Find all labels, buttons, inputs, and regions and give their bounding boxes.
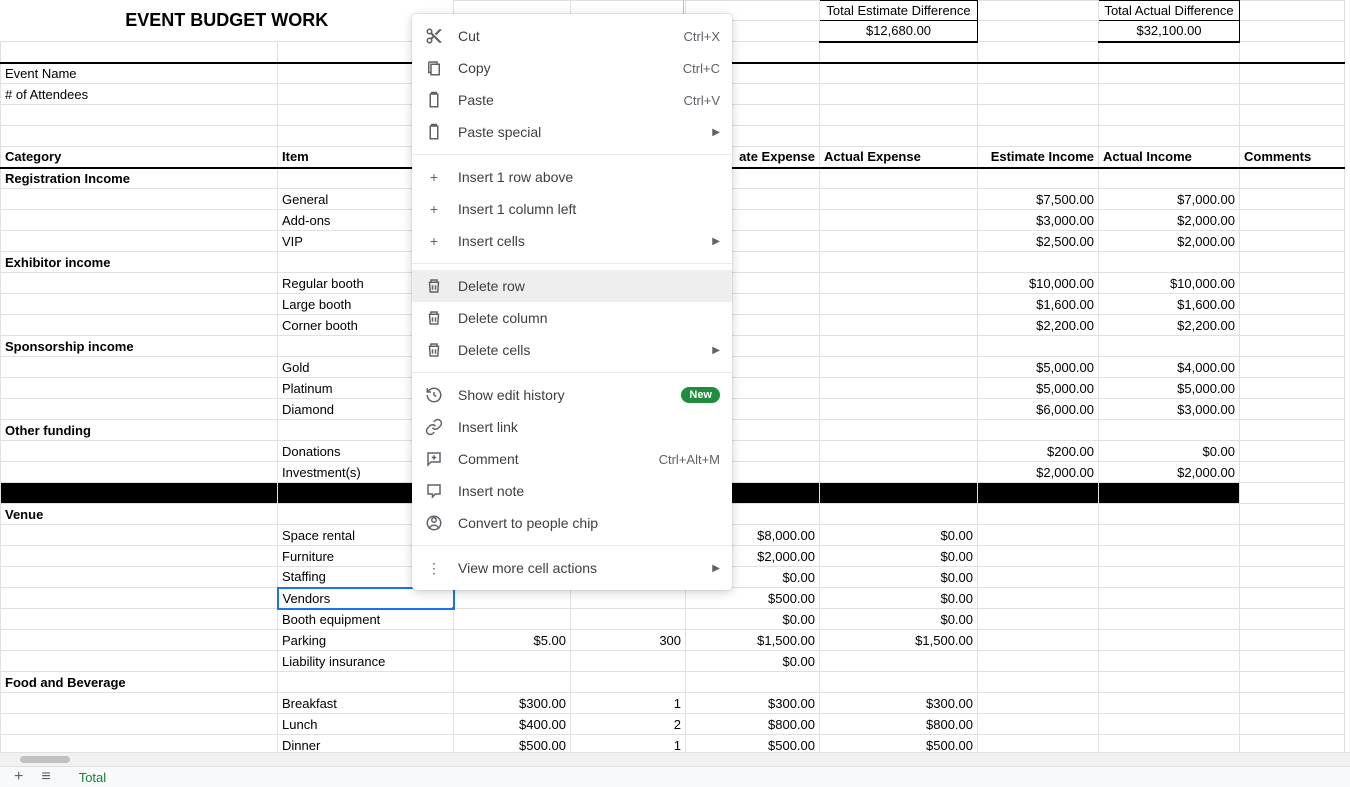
paste-icon bbox=[424, 90, 444, 110]
menu-paste-special[interactable]: Paste special ▶ bbox=[412, 116, 732, 148]
menu-label: Insert 1 row above bbox=[458, 169, 720, 185]
menu-label: Insert link bbox=[458, 419, 720, 435]
menu-shortcut: Ctrl+C bbox=[683, 61, 720, 76]
menu-separator bbox=[412, 154, 732, 155]
plus-icon: + bbox=[424, 231, 444, 251]
menu-shortcut: Ctrl+X bbox=[684, 29, 720, 44]
menu-label: Insert note bbox=[458, 483, 720, 499]
more-icon: ⋮ bbox=[424, 558, 444, 578]
col-category: Category bbox=[1, 147, 278, 168]
category-sponsorship: Sponsorship income bbox=[1, 336, 278, 357]
cut-icon bbox=[424, 26, 444, 46]
selected-cell[interactable]: Vendors bbox=[278, 588, 454, 609]
link-icon bbox=[424, 417, 444, 437]
menu-label: Copy bbox=[458, 60, 683, 76]
new-badge: New bbox=[681, 387, 720, 403]
scrollbar-thumb[interactable] bbox=[20, 756, 70, 763]
trash-icon bbox=[424, 308, 444, 328]
chevron-right-icon: ▶ bbox=[712, 345, 720, 356]
menu-insert-link[interactable]: Insert link bbox=[412, 411, 732, 443]
total-est-diff-label: Total Estimate Difference bbox=[820, 1, 978, 21]
menu-label: Show edit history bbox=[458, 387, 681, 403]
menu-delete-column[interactable]: Delete column bbox=[412, 302, 732, 334]
menu-label: Insert cells bbox=[458, 233, 704, 249]
sheet-tab-bar: + ≡ Total bbox=[0, 766, 1350, 787]
paste-icon bbox=[424, 122, 444, 142]
menu-paste[interactable]: Paste Ctrl+V bbox=[412, 84, 732, 116]
menu-label: Comment bbox=[458, 451, 659, 467]
menu-insert-cells[interactable]: + Insert cells ▶ bbox=[412, 225, 732, 257]
plus-icon: + bbox=[424, 199, 444, 219]
menu-cut[interactable]: Cut Ctrl+X bbox=[412, 20, 732, 52]
table-row: Vendors$500.00$0.00 bbox=[1, 588, 1345, 609]
column-border-indicator bbox=[683, 0, 684, 15]
menu-label: Convert to people chip bbox=[458, 515, 720, 531]
table-row: Liability insurance$0.00 bbox=[1, 651, 1345, 672]
person-icon bbox=[424, 513, 444, 533]
category-other: Other funding bbox=[1, 420, 278, 441]
menu-insert-column[interactable]: + Insert 1 column left bbox=[412, 193, 732, 225]
menu-separator bbox=[412, 263, 732, 264]
trash-icon bbox=[424, 276, 444, 296]
total-act-diff-value: $32,100.00 bbox=[1099, 21, 1240, 42]
spreadsheet-grid[interactable]: EVENT BUDGET WORK Total Estimate Differe… bbox=[0, 0, 1350, 766]
add-sheet-button[interactable]: + bbox=[14, 769, 23, 785]
menu-label: Delete row bbox=[458, 278, 720, 294]
horizontal-scrollbar[interactable] bbox=[0, 752, 1350, 766]
col-comments: Comments bbox=[1240, 147, 1345, 168]
sheet-tab-active[interactable]: Total bbox=[69, 768, 116, 787]
trash-icon bbox=[424, 340, 444, 360]
category-registration: Registration Income bbox=[1, 168, 278, 189]
menu-label: Paste bbox=[458, 92, 684, 108]
menu-shortcut: Ctrl+V bbox=[684, 93, 720, 108]
menu-label: Delete column bbox=[458, 310, 720, 326]
menu-comment[interactable]: Comment Ctrl+Alt+M bbox=[412, 443, 732, 475]
comment-icon bbox=[424, 449, 444, 469]
context-menu: Cut Ctrl+X Copy Ctrl+C Paste Ctrl+V Past… bbox=[412, 14, 732, 590]
event-name-label: Event Name bbox=[1, 63, 278, 84]
menu-label: Insert 1 column left bbox=[458, 201, 720, 217]
history-icon bbox=[424, 385, 444, 405]
note-icon bbox=[424, 481, 444, 501]
menu-label: Paste special bbox=[458, 124, 704, 140]
page-title: EVENT BUDGET WORK bbox=[1, 1, 454, 42]
attendees-label: # of Attendees bbox=[1, 84, 278, 105]
table-row: Booth equipment$0.00$0.00 bbox=[1, 609, 1345, 630]
total-act-diff-label: Total Actual Difference bbox=[1099, 1, 1240, 21]
copy-icon bbox=[424, 58, 444, 78]
menu-edit-history[interactable]: Show edit history New bbox=[412, 379, 732, 411]
chevron-right-icon: ▶ bbox=[712, 236, 720, 247]
table-row: Lunch$400.002$800.00$800.00 bbox=[1, 714, 1345, 735]
menu-label: View more cell actions bbox=[458, 560, 704, 576]
menu-separator bbox=[412, 372, 732, 373]
col-est-income: Estimate Income bbox=[978, 147, 1099, 168]
chevron-right-icon: ▶ bbox=[712, 563, 720, 574]
category-food: Food and Beverage bbox=[1, 672, 278, 693]
menu-copy[interactable]: Copy Ctrl+C bbox=[412, 52, 732, 84]
menu-shortcut: Ctrl+Alt+M bbox=[659, 452, 720, 467]
table-row: Parking$5.00300$1,500.00$1,500.00 bbox=[1, 630, 1345, 651]
menu-insert-row[interactable]: + Insert 1 row above bbox=[412, 161, 732, 193]
menu-label: Delete cells bbox=[458, 342, 704, 358]
category-venue: Venue bbox=[1, 504, 278, 525]
cell-fill-handle[interactable] bbox=[451, 606, 454, 609]
menu-label: Cut bbox=[458, 28, 684, 44]
total-est-diff-value: $12,680.00 bbox=[820, 21, 978, 42]
all-sheets-button[interactable]: ≡ bbox=[41, 769, 50, 785]
menu-people-chip[interactable]: Convert to people chip bbox=[412, 507, 732, 539]
menu-more-actions[interactable]: ⋮ View more cell actions ▶ bbox=[412, 552, 732, 584]
plus-icon: + bbox=[424, 167, 444, 187]
menu-delete-row[interactable]: Delete row bbox=[412, 270, 732, 302]
category-exhibitor: Exhibitor income bbox=[1, 252, 278, 273]
table-row: Breakfast$300.001$300.00$300.00 bbox=[1, 693, 1345, 714]
col-act-income: Actual Income bbox=[1099, 147, 1240, 168]
col-act-expense: Actual Expense bbox=[820, 147, 978, 168]
menu-insert-note[interactable]: Insert note bbox=[412, 475, 732, 507]
menu-delete-cells[interactable]: Delete cells ▶ bbox=[412, 334, 732, 366]
chevron-right-icon: ▶ bbox=[712, 127, 720, 138]
menu-separator bbox=[412, 545, 732, 546]
